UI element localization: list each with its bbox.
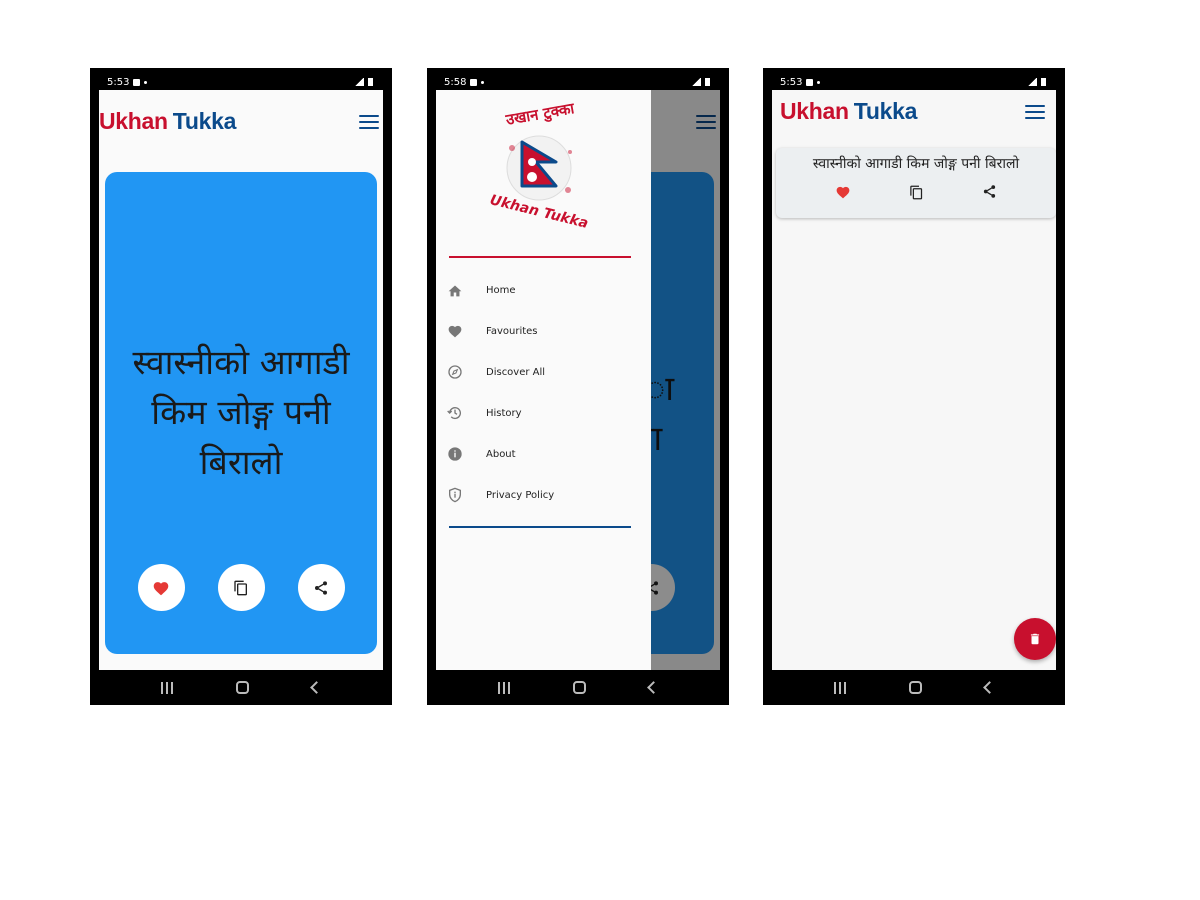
drawer-item-privacy-policy[interactable]: Privacy Policy (446, 485, 646, 505)
signal-icon (1027, 78, 1037, 86)
app-screen: Ukhan Tukka स्वास्नीको आगाडी किम जोङ्ग पन… (772, 90, 1056, 670)
battery-icon (1041, 78, 1046, 86)
drawer-item-discover-all[interactable]: Discover All (446, 362, 646, 382)
copy-icon (910, 185, 923, 200)
system-nav-bar (427, 670, 729, 705)
home-button[interactable] (572, 681, 586, 694)
signal-icon (354, 78, 364, 86)
recent-apps-button[interactable] (834, 681, 847, 694)
app-logo: Ukhan Tukka (780, 98, 918, 124)
shield-icon (446, 486, 464, 504)
copy-button[interactable] (909, 184, 924, 205)
share-button[interactable] (297, 564, 345, 611)
home-icon (446, 281, 464, 299)
drawer-item-about[interactable]: About (446, 444, 646, 464)
status-time: 5:58 (444, 76, 467, 88)
app-screen: Ukhan Tukka स्वास्नीको आगाडी किम जोङ्ग पन… (99, 90, 383, 670)
recent-apps-button[interactable] (161, 681, 174, 694)
dot-icon (144, 80, 148, 84)
recent-apps-button[interactable] (498, 681, 511, 694)
share-icon (315, 580, 327, 595)
battery-icon (368, 78, 373, 86)
history-icon (446, 404, 464, 422)
delete-all-button[interactable] (1014, 618, 1056, 660)
info-icon (446, 445, 464, 463)
notification-icon (470, 78, 478, 86)
app-logo: Ukhan Tukka (99, 108, 237, 134)
drawer-item-home[interactable]: Home (446, 280, 646, 300)
app-screen: ा मा उखान टुक्का Ukhan Tukka (436, 90, 720, 670)
phone-drawer-screen: 5:58 ा मा (427, 68, 729, 705)
status-bar: 5:53 (772, 74, 1056, 90)
menu-icon[interactable] (359, 115, 379, 129)
copy-button[interactable] (217, 564, 265, 611)
signal-icon (691, 78, 701, 86)
favourite-button[interactable] (137, 564, 185, 611)
phone-favourites-screen: 5:53 Ukhan Tukka स्वास्नीको आगाडी किम जोङ… (763, 68, 1065, 705)
home-button[interactable] (235, 681, 249, 694)
divider-top (449, 256, 631, 258)
system-nav-bar (90, 670, 392, 705)
divider-bottom (449, 526, 631, 528)
heart-icon (446, 322, 464, 340)
status-bar: 5:58 (436, 74, 720, 90)
heart-icon (153, 581, 169, 595)
home-button[interactable] (908, 681, 922, 694)
drawer-logo: उखान टुक्का Ukhan Tukka (484, 99, 594, 240)
share-button[interactable] (982, 184, 997, 205)
back-button[interactable] (646, 681, 660, 694)
proverb-text: स्वास्नीको आगाडी किम जोङ्ग पनी बिरालो (132, 343, 350, 483)
notification-icon (133, 78, 141, 86)
status-time: 5:53 (107, 76, 130, 88)
compass-icon (446, 363, 464, 381)
favourite-list-item: स्वास्नीको आगाडी किम जोङ्ग पनी बिरालो (776, 148, 1056, 218)
notification-icon (806, 78, 814, 86)
dot-icon (481, 80, 485, 84)
drawer-item-favourites[interactable]: Favourites (446, 321, 646, 341)
battery-icon (705, 78, 710, 86)
back-button[interactable] (982, 681, 996, 694)
system-nav-bar (763, 670, 1065, 705)
menu-icon[interactable] (1025, 105, 1045, 119)
proverb-card: स्वास्नीको आगाडी किम जोङ्ग पनी बिरालो (105, 172, 377, 654)
status-time: 5:53 (780, 76, 803, 88)
copy-icon (234, 580, 247, 595)
dot-icon (817, 80, 821, 84)
proverb-text: स्वास्नीको आगाडी किम जोङ्ग पनी बिरालो (812, 156, 1020, 172)
back-button[interactable] (309, 681, 323, 694)
navigation-drawer: उखान टुक्का Ukhan Tukka Home Favourites … (436, 90, 651, 670)
drawer-item-history[interactable]: History (446, 403, 646, 423)
status-bar: 5:53 (99, 74, 383, 90)
app-bar: Ukhan Tukka (99, 90, 383, 154)
favourite-button[interactable] (835, 184, 851, 205)
trash-icon (1030, 633, 1040, 645)
app-bar: Ukhan Tukka (772, 90, 1056, 146)
phone-home-screen: 5:53 Ukhan Tukka स्वास्नीको आगाडी किम जोङ… (90, 68, 392, 705)
share-icon (983, 185, 996, 198)
heart-icon (836, 186, 850, 199)
